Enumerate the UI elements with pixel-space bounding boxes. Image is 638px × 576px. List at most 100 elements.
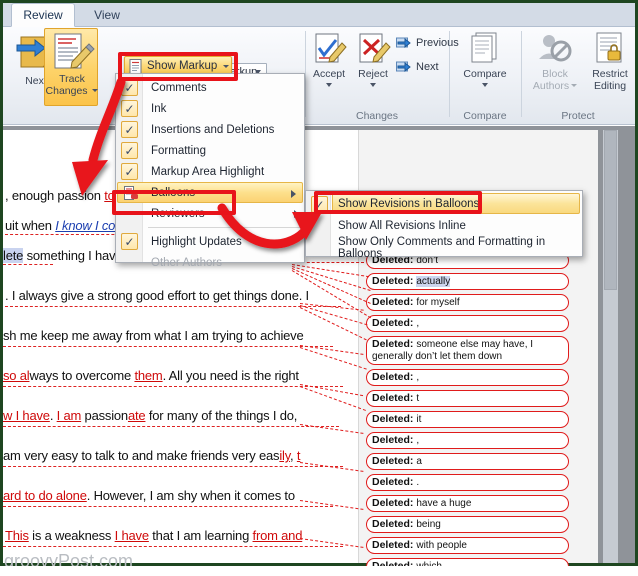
page-gutter (618, 126, 635, 563)
compare-label: Compare (455, 69, 515, 80)
track-changes-label-line1: Track (59, 73, 85, 85)
balloon-text: with people (416, 540, 467, 551)
balloon-deleted[interactable]: Deleted: t (366, 390, 569, 407)
balloon-text: , (416, 372, 419, 383)
group-label-compare: Compare (450, 110, 520, 122)
balloon-label: Deleted: (372, 539, 416, 551)
balloon-deleted[interactable]: Deleted: , (366, 315, 569, 332)
balloon-deleted[interactable]: Deleted: for myself (366, 294, 569, 311)
ribbon: Next Track Changes (3, 27, 635, 125)
balloon-text: for myself (416, 297, 459, 308)
balloon-label: Deleted: (372, 275, 416, 287)
chevron-down-icon[interactable] (223, 65, 229, 68)
balloon-text: , (416, 435, 419, 446)
checkmark-icon: ✓ (311, 196, 328, 213)
checkmark-icon: ✓ (121, 79, 138, 96)
chevron-down-icon[interactable] (370, 83, 376, 87)
restrict-editing-label-line1: Restrict (592, 68, 628, 80)
menu-item-insertions-and-deletions[interactable]: ✓Insertions and Deletions (117, 119, 305, 140)
balloon-label: Deleted: (372, 413, 416, 425)
accept-label: Accept (308, 69, 350, 80)
block-authors-button[interactable]: Block Authors (527, 31, 583, 92)
balloon-label: Deleted: (372, 392, 416, 404)
balloon-deleted[interactable]: Deleted: , (366, 432, 569, 449)
previous-arrow-icon (396, 35, 413, 50)
chevron-down-icon[interactable] (92, 89, 98, 92)
checkmark-icon: ✓ (121, 100, 138, 117)
balloon-deleted[interactable]: Deleted: . (366, 474, 569, 491)
checkmark-icon: ✓ (121, 233, 138, 250)
group-label-protect: Protect (522, 110, 634, 122)
balloon-deleted[interactable]: Deleted: a (366, 453, 569, 470)
block-authors-icon (527, 31, 583, 69)
restrict-editing-label-line2: Editing (594, 80, 626, 92)
document-line: ard to do alone. However, I am shy when … (3, 488, 295, 503)
submenu-item-show-revisions-in-balloons[interactable]: ✓Show Revisions in Balloons (332, 193, 580, 214)
show-markup-button-label: Show Markup (147, 60, 217, 72)
tab-view[interactable]: View (79, 3, 135, 27)
menu-item-balloons[interactable]: Balloons (117, 182, 303, 203)
tab-review[interactable]: Review (11, 3, 75, 27)
menu-item-markup-area-highlight[interactable]: ✓ Markup Area Highlight (117, 161, 305, 182)
menu-item-highlight-updates[interactable]: ✓ Highlight Updates (117, 231, 305, 252)
balloon-deleted[interactable]: Deleted: , (366, 369, 569, 386)
balloon-deleted[interactable]: Deleted: someone else may have, I genera… (366, 336, 569, 365)
document-line: . I always give a strong good effort to … (5, 288, 309, 303)
menu-item-label: Highlight Updates (151, 236, 242, 248)
show-markup-dropdown-menu[interactable]: ✓Comments✓Ink✓Insertions and Deletions✓F… (115, 73, 305, 263)
balloon-text: . (416, 477, 419, 488)
chevron-down-icon[interactable] (571, 84, 577, 87)
balloon-label: Deleted: (372, 434, 416, 446)
balloon-deleted[interactable]: Deleted: actually (366, 273, 569, 290)
menu-item-label: Markup Area Highlight (151, 166, 264, 178)
menu-item-ink[interactable]: ✓Ink (117, 98, 305, 119)
balloon-text: being (416, 519, 440, 530)
compare-button[interactable]: Compare (455, 31, 515, 87)
next-change-button-small[interactable]: Next (396, 59, 439, 74)
document-line: sh me keep me away from what I am trying… (3, 328, 304, 343)
submenu-item-label: Show Only Comments and Formatting in Bal… (338, 236, 582, 260)
checkmark-icon: ✓ (121, 163, 138, 180)
show-markup-icon (129, 59, 143, 74)
track-changes-button[interactable]: Track Changes (44, 28, 98, 106)
menu-item-comments[interactable]: ✓Comments (117, 77, 305, 98)
menu-item-reviewers[interactable]: Reviewers (117, 203, 305, 224)
next-arrow-icon (396, 59, 413, 74)
block-authors-label-line1: Block (542, 68, 568, 80)
submenu-arrow-icon (291, 190, 296, 198)
balloon-text: a (416, 456, 422, 467)
previous-change-button[interactable]: Previous (396, 35, 459, 50)
menu-item-label: Insertions and Deletions (151, 124, 274, 136)
balloon-deleted[interactable]: Deleted: have a huge (366, 495, 569, 512)
balloon-text: actually (416, 276, 450, 287)
menu-item-other-authors: Other Authors (117, 252, 305, 273)
submenu-arrow-icon (294, 210, 299, 218)
chevron-down-icon[interactable] (326, 83, 332, 87)
restrict-editing-button[interactable]: Restrict Editing (583, 31, 637, 92)
submenu-item-show-only-comments-and-formatting-in-balloons[interactable]: Show Only Comments and Formatting in Bal… (307, 237, 582, 258)
compare-documents-icon (455, 31, 515, 69)
document-line: uit when I know I co (5, 218, 115, 233)
balloon-text: , (416, 318, 419, 329)
submenu-item-label: Show Revisions in Balloons (338, 198, 479, 210)
accept-button[interactable]: Accept (308, 31, 350, 87)
menu-item-formatting[interactable]: ✓Formatting (117, 140, 305, 161)
balloon-deleted[interactable]: Deleted: it (366, 411, 569, 428)
document-line: so always to overcome them. All you need… (3, 368, 299, 383)
submenu-item-label: Show All Revisions Inline (338, 220, 466, 232)
scrollbar-thumb[interactable] (604, 130, 617, 290)
tab-view-label: View (94, 8, 120, 22)
group-separator (305, 31, 306, 117)
submenu-item-show-all-revisions-inline[interactable]: Show All Revisions Inline (307, 215, 582, 236)
balloon-deleted[interactable]: Deleted: with people (366, 537, 569, 554)
accept-icon (308, 31, 350, 69)
balloon-deleted[interactable]: Deleted: being (366, 516, 569, 533)
menu-item-label: Reviewers (151, 208, 205, 220)
vertical-scrollbar[interactable] (603, 130, 618, 563)
balloon-text: it (416, 414, 421, 425)
chevron-down-icon[interactable] (482, 83, 488, 87)
bottom-bar (0, 566, 638, 576)
balloons-submenu[interactable]: ✓Show Revisions in BalloonsShow All Revi… (305, 190, 583, 257)
reject-button[interactable]: Reject (352, 31, 394, 87)
balloon-text: have a huge (416, 498, 471, 509)
